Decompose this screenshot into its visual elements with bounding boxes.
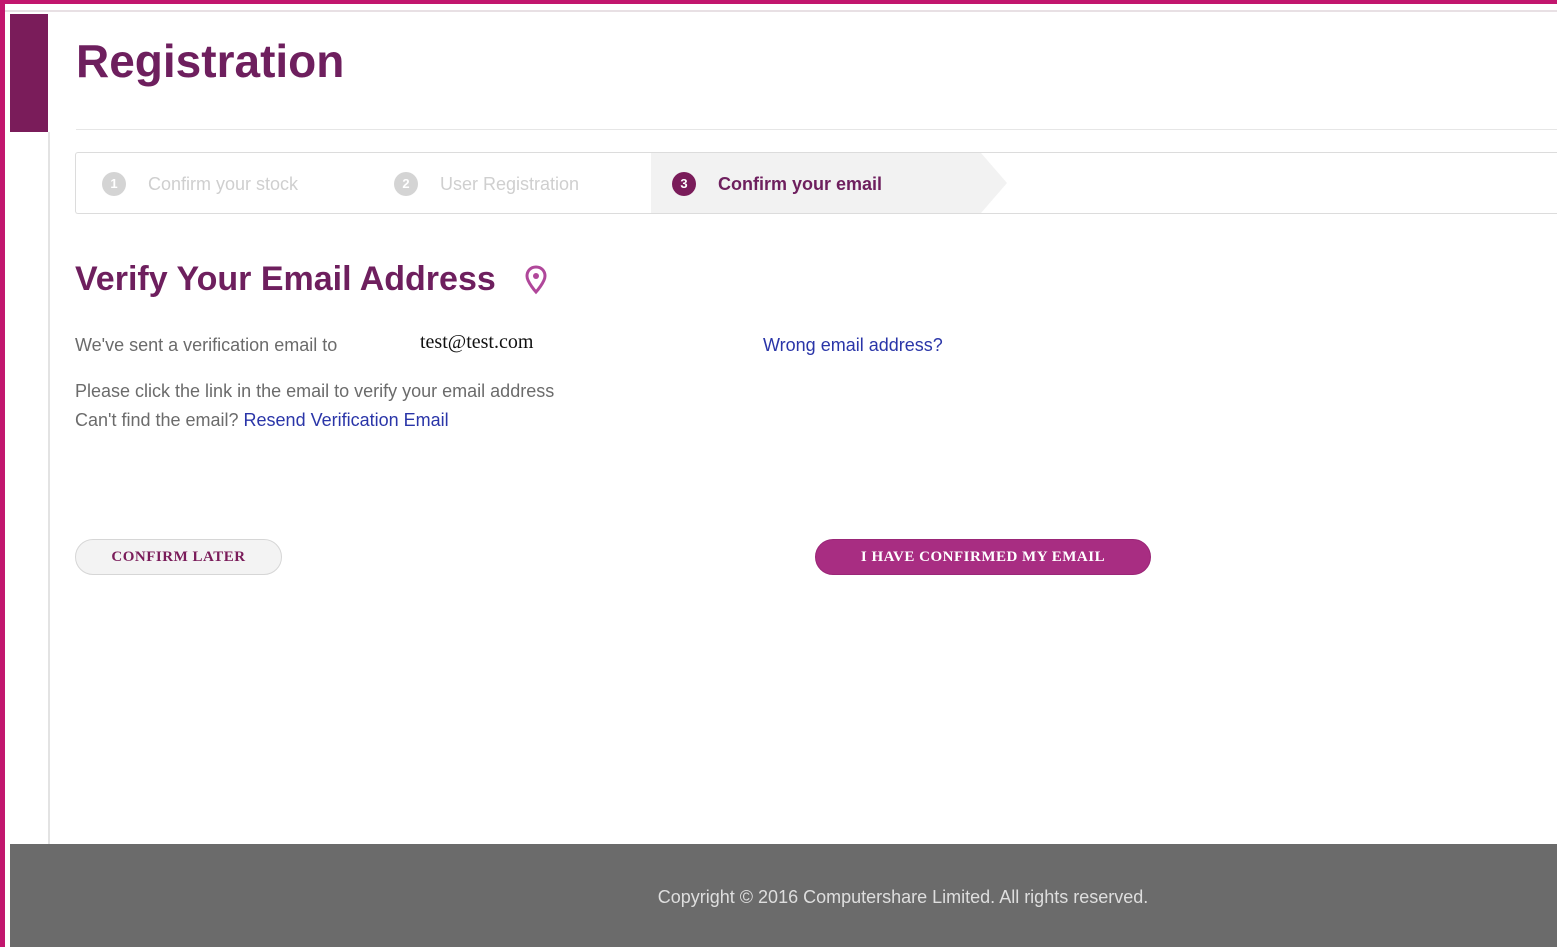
confirmed-email-button[interactable]: I HAVE CONFIRMED MY EMAIL	[815, 539, 1151, 575]
page-title: Registration	[76, 35, 345, 87]
email-address-value: test@test.com	[420, 331, 534, 353]
side-accent-bar	[10, 14, 48, 132]
step-number-badge: 1	[102, 172, 126, 196]
verification-sent-text: We've sent a verification email to	[75, 335, 338, 355]
wrong-email-link[interactable]: Wrong email address?	[763, 335, 943, 356]
map-pin-icon	[524, 264, 548, 295]
step-label: Confirm your stock	[148, 173, 299, 194]
active-step-chevron	[981, 153, 1007, 213]
cant-find-email-text: Can't find the email?	[75, 410, 244, 430]
verify-email-heading-text: Verify Your Email Address	[75, 260, 496, 298]
verification-instruction: Please click the link in the email to ve…	[75, 381, 555, 401]
verify-email-heading: Verify Your Email Address	[75, 260, 548, 299]
resend-verification-link[interactable]: Resend Verification Email	[244, 410, 449, 430]
title-divider	[76, 129, 1557, 130]
confirm-later-button[interactable]: CONFIRM LATER	[75, 539, 282, 575]
step-user-registration: 2 User Registration	[394, 171, 579, 197]
copyright-text: Copyright © 2016 Computershare Limited. …	[657, 887, 1149, 907]
registration-stepper: 1 Confirm your stock 2 User Registration…	[75, 152, 1557, 214]
step-number-badge: 3	[672, 172, 696, 196]
left-divider	[48, 132, 50, 844]
cant-find-email-line: Can't find the email? Resend Verificatio…	[75, 410, 449, 431]
top-divider	[5, 10, 1557, 12]
step-confirm-stock: 1 Confirm your stock	[102, 171, 298, 197]
page-frame: Registration 1 Confirm your stock 2 User…	[0, 0, 1557, 947]
step-label: User Registration	[440, 173, 580, 194]
step-label: Confirm your email	[718, 173, 883, 194]
step-confirm-email: 3 Confirm your email	[672, 171, 882, 197]
step-number-badge: 2	[394, 172, 418, 196]
footer: Copyright © 2016 Computershare Limited. …	[10, 844, 1557, 947]
